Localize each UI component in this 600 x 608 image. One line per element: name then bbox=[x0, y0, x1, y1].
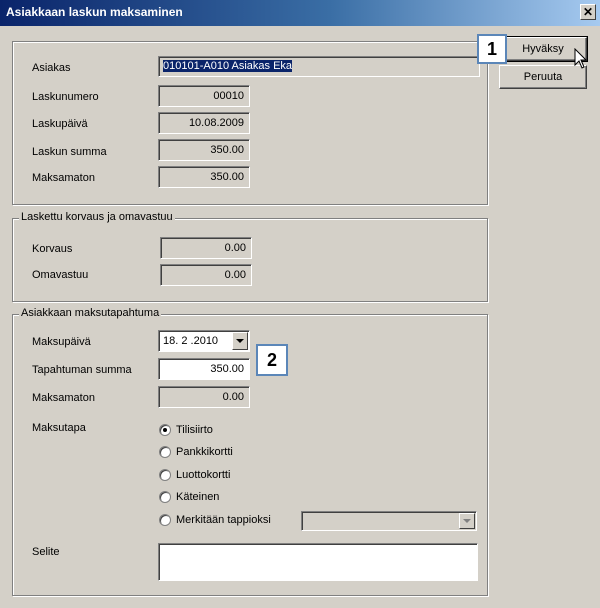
radio-luottokortti[interactable] bbox=[159, 469, 171, 481]
payment-date-label: Maksupäivä bbox=[32, 336, 91, 348]
korvaus-label: Korvaus bbox=[32, 243, 73, 255]
korvaus-field: 0.00 bbox=[160, 237, 252, 259]
invoice-unpaid-label: Maksamaton bbox=[32, 172, 95, 184]
window-title: Asiakkaan laskun maksaminen bbox=[6, 5, 183, 19]
payment-date-dropdown-button[interactable] bbox=[232, 332, 248, 350]
omavastuu-label: Omavastuu bbox=[32, 269, 89, 281]
invoice-sum-field: 350.00 bbox=[158, 139, 250, 161]
radio-kateinen-label[interactable]: Käteinen bbox=[176, 491, 219, 503]
callout-2: 2 bbox=[256, 344, 288, 376]
invoice-number-label: Laskunumero bbox=[32, 91, 99, 103]
payment-amount-label: Tapahtuman summa bbox=[32, 364, 132, 376]
loss-reason-dropdown-button bbox=[459, 513, 475, 529]
payment-title: Asiakkaan maksutapahtuma bbox=[19, 307, 162, 319]
radio-tappioksi[interactable] bbox=[159, 514, 171, 526]
note-textarea[interactable] bbox=[158, 543, 478, 581]
invoice-number-field: 00010 bbox=[158, 85, 250, 107]
omavastuu-field: 0.00 bbox=[160, 264, 252, 286]
close-icon: ✕ bbox=[582, 5, 594, 19]
loss-reason-select bbox=[301, 511, 477, 531]
radio-tappioksi-label[interactable]: Merkitään tappioksi bbox=[176, 514, 271, 526]
invoice-date-label: Laskupäivä bbox=[32, 118, 88, 130]
chevron-down-icon bbox=[463, 519, 471, 523]
customer-value: 010101-A010 Asiakas Eka bbox=[163, 60, 293, 72]
radio-pankkikortti[interactable] bbox=[159, 446, 171, 458]
note-label: Selite bbox=[32, 546, 60, 558]
compensation-group: Laskettu korvaus ja omavastuu bbox=[12, 211, 488, 302]
invoice-date-field: 10.08.2009 bbox=[158, 112, 250, 134]
customer-label: Asiakas bbox=[32, 62, 71, 74]
dialog-body: Asiakas 010101-A010 Asiakas Eka Laskunum… bbox=[0, 26, 600, 608]
payment-amount-input[interactable]: 350.00 bbox=[158, 358, 250, 380]
callout-1: 1 bbox=[477, 34, 507, 64]
radio-tilisiirto-label[interactable]: Tilisiirto bbox=[176, 424, 213, 436]
payment-method-label: Maksutapa bbox=[32, 422, 86, 434]
invoice-unpaid-field: 350.00 bbox=[158, 166, 250, 188]
radio-luottokortti-label[interactable]: Luottokortti bbox=[176, 469, 230, 481]
payment-date-value: 18. 2 .2010 bbox=[163, 335, 219, 347]
close-button[interactable]: ✕ bbox=[580, 4, 596, 20]
radio-kateinen[interactable] bbox=[159, 491, 171, 503]
compensation-title: Laskettu korvaus ja omavastuu bbox=[19, 211, 175, 223]
radio-tilisiirto[interactable] bbox=[159, 424, 171, 436]
invoice-sum-label: Laskun summa bbox=[32, 146, 107, 158]
customer-field: 010101-A010 Asiakas Eka bbox=[158, 56, 480, 77]
chevron-down-icon bbox=[236, 339, 244, 343]
mouse-pointer-icon bbox=[574, 48, 588, 69]
payment-unpaid-label: Maksamaton bbox=[32, 392, 95, 404]
payment-unpaid-field: 0.00 bbox=[158, 386, 250, 408]
radio-pankkikortti-label[interactable]: Pankkikortti bbox=[176, 446, 233, 458]
title-bar: Asiakkaan laskun maksaminen ✕ bbox=[0, 0, 600, 26]
radio-selected-dot bbox=[163, 428, 167, 432]
